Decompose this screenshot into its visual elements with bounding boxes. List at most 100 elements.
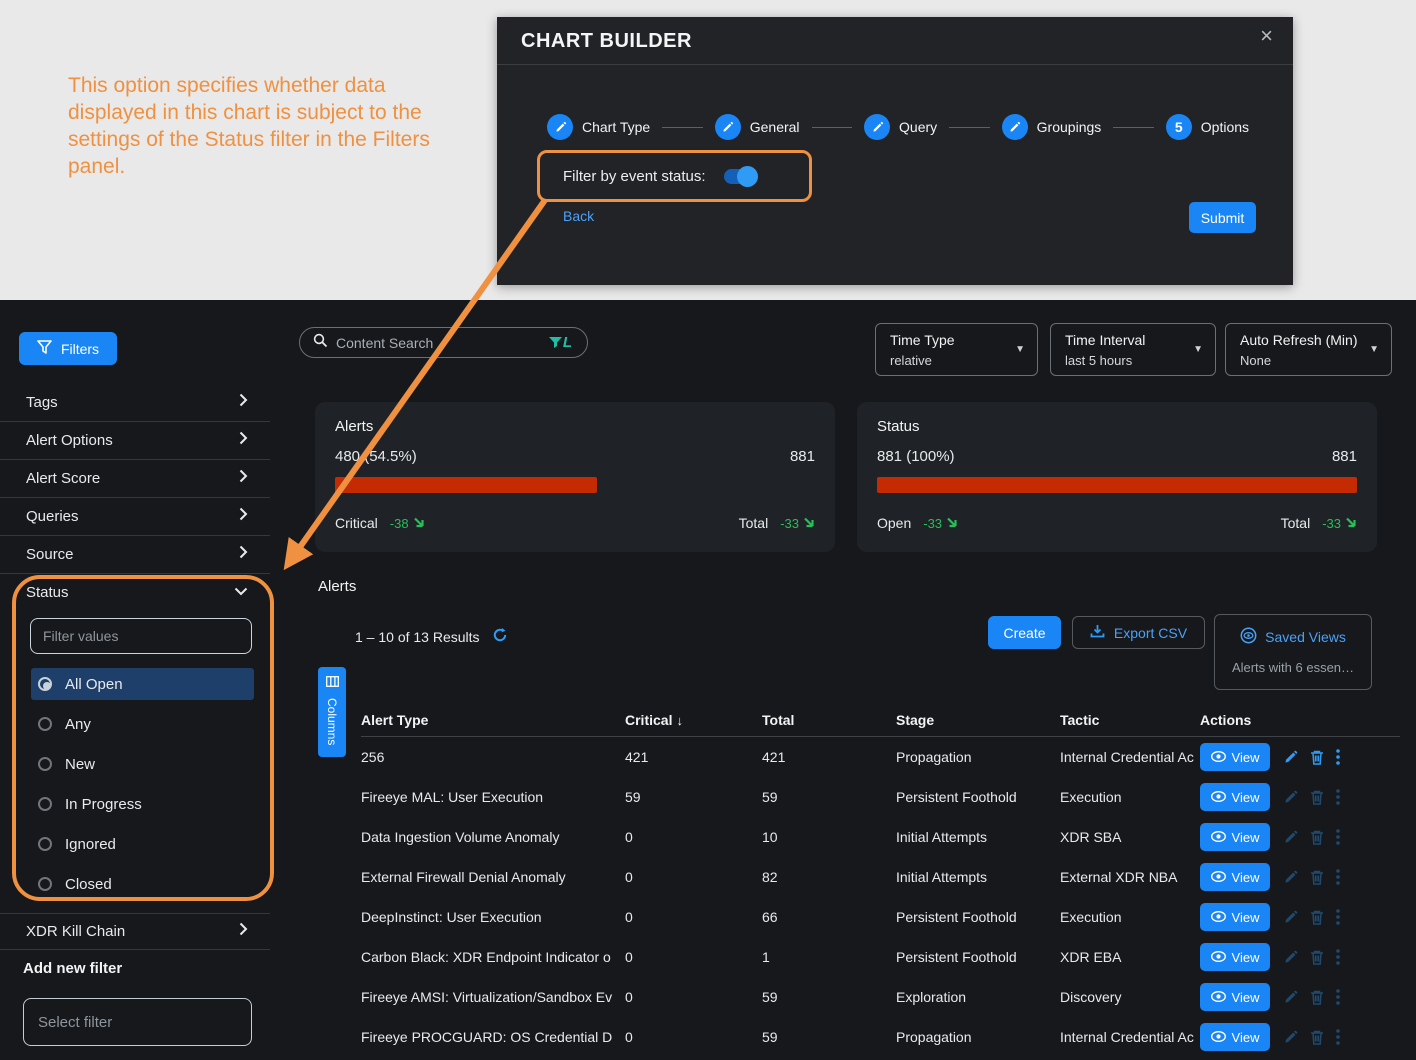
- create-button[interactable]: Create: [988, 616, 1061, 649]
- table-row[interactable]: External Firewall Denial Anomaly 0 82 In…: [361, 857, 1400, 897]
- step-chart-type[interactable]: Chart Type: [547, 114, 650, 140]
- eye-icon: [1211, 870, 1226, 885]
- columns-button[interactable]: Columns: [318, 667, 346, 757]
- time-type-dropdown[interactable]: Time Type relative ▼: [875, 323, 1038, 376]
- column-header-tactic[interactable]: Tactic: [1060, 712, 1200, 728]
- sidebar-item-alert-score[interactable]: Alert Score: [0, 460, 270, 498]
- view-button[interactable]: View: [1200, 943, 1270, 971]
- submit-button[interactable]: Submit: [1189, 202, 1256, 233]
- status-summary-card: Status 881 (100%) 881 Open -33 Total -33: [857, 402, 1377, 552]
- sidebar-item-tags[interactable]: Tags: [0, 384, 270, 422]
- more-options-icon[interactable]: [1336, 949, 1340, 965]
- select-filter-input[interactable]: [23, 998, 252, 1046]
- cell-tactic: Execution: [1060, 909, 1200, 925]
- delete-trash-icon[interactable]: [1310, 830, 1324, 845]
- back-link[interactable]: Back: [563, 208, 594, 224]
- more-options-icon[interactable]: [1336, 909, 1340, 925]
- step-connector: [812, 127, 853, 128]
- step-query[interactable]: Query: [864, 114, 937, 140]
- table-row[interactable]: DeepInstinct: User Execution 0 66 Persis…: [361, 897, 1400, 937]
- column-header-critical[interactable]: Critical↓: [625, 712, 762, 728]
- alerts-table-body: 256 421 421 Propagation Internal Credent…: [361, 737, 1400, 1057]
- time-interval-dropdown[interactable]: Time Interval last 5 hours ▼: [1050, 323, 1216, 376]
- refresh-icon[interactable]: [492, 627, 508, 646]
- more-options-icon[interactable]: [1336, 869, 1340, 885]
- more-options-icon[interactable]: [1336, 989, 1340, 1005]
- view-button[interactable]: View: [1200, 783, 1270, 811]
- view-button[interactable]: View: [1200, 903, 1270, 931]
- delete-trash-icon[interactable]: [1310, 790, 1324, 805]
- status-option-in-progress[interactable]: In Progress: [31, 788, 254, 820]
- more-options-icon[interactable]: [1336, 789, 1340, 805]
- delta-value: -38: [390, 516, 409, 531]
- sidebar-item-status[interactable]: Status: [0, 574, 270, 610]
- view-button[interactable]: View: [1200, 743, 1270, 771]
- radio-selected-icon: [38, 677, 52, 691]
- edit-pencil-icon[interactable]: [1284, 750, 1298, 764]
- sidebar-item-xdr-kill-chain[interactable]: XDR Kill Chain: [0, 913, 270, 950]
- step-general[interactable]: General: [715, 114, 800, 140]
- radio-icon: [38, 797, 52, 811]
- view-button[interactable]: View: [1200, 823, 1270, 851]
- status-filter-values-input[interactable]: [30, 618, 252, 654]
- delete-trash-icon[interactable]: [1310, 1030, 1324, 1045]
- sidebar-item-queries[interactable]: Queries: [0, 498, 270, 536]
- sidebar-item-source[interactable]: Source: [0, 536, 270, 574]
- table-row[interactable]: Fireeye AMSI: Virtualization/Sandbox Ev …: [361, 977, 1400, 1017]
- table-row[interactable]: Fireeye PROCGUARD: OS Credential D 0 59 …: [361, 1017, 1400, 1057]
- delete-trash-icon[interactable]: [1310, 870, 1324, 885]
- edit-pencil-icon[interactable]: [1284, 910, 1298, 924]
- table-row[interactable]: 256 421 421 Propagation Internal Credent…: [361, 737, 1400, 777]
- eye-icon: [1211, 1030, 1226, 1045]
- table-row[interactable]: Carbon Black: XDR Endpoint Indicator o 0…: [361, 937, 1400, 977]
- column-header-alert-type[interactable]: Alert Type: [361, 712, 625, 728]
- column-header-total[interactable]: Total: [762, 712, 896, 728]
- more-options-icon[interactable]: [1336, 1029, 1340, 1045]
- delete-trash-icon[interactable]: [1310, 910, 1324, 925]
- status-option-new[interactable]: New: [31, 748, 254, 780]
- status-option-any[interactable]: Any: [31, 708, 254, 740]
- card-bottom-left-label: Critical: [335, 515, 378, 531]
- saved-views-button[interactable]: Saved Views Alerts with 6 essen…: [1214, 614, 1372, 690]
- export-csv-button[interactable]: Export CSV: [1072, 616, 1205, 649]
- delete-trash-icon[interactable]: [1310, 950, 1324, 965]
- card-bottom-left-label: Open: [877, 515, 911, 531]
- more-options-icon[interactable]: [1336, 829, 1340, 845]
- step-connector: [949, 127, 990, 128]
- close-icon[interactable]: ×: [1260, 25, 1273, 47]
- status-option-ignored[interactable]: Ignored: [31, 828, 254, 860]
- auto-refresh-dropdown[interactable]: Auto Refresh (Min) None ▼: [1225, 323, 1392, 376]
- alerts-summary-card: Alerts 480 (54.5%) 881 Critical -38 Tota…: [315, 402, 835, 552]
- lucene-syntax-icon[interactable]: L: [549, 334, 572, 351]
- step-options[interactable]: 5 Options: [1166, 114, 1249, 140]
- more-options-icon[interactable]: [1336, 749, 1340, 765]
- edit-pencil-icon[interactable]: [1284, 1030, 1298, 1044]
- view-button[interactable]: View: [1200, 983, 1270, 1011]
- filter-by-event-status-toggle[interactable]: [724, 169, 758, 184]
- edit-pencil-icon[interactable]: [1284, 950, 1298, 964]
- chart-builder-modal: CHART BUILDER × Chart Type General Query…: [497, 17, 1293, 285]
- cell-alert-type: DeepInstinct: User Execution: [361, 909, 625, 925]
- search-input[interactable]: [336, 335, 549, 351]
- delete-trash-icon[interactable]: [1310, 990, 1324, 1005]
- filters-button[interactable]: Filters: [19, 332, 117, 365]
- delta-value: -33: [923, 516, 942, 531]
- edit-pencil-icon[interactable]: [1284, 830, 1298, 844]
- cell-actions: View: [1200, 943, 1400, 971]
- edit-pencil-icon[interactable]: [1284, 870, 1298, 884]
- table-row[interactable]: Fireeye MAL: User Execution 59 59 Persis…: [361, 777, 1400, 817]
- cell-alert-type: 256: [361, 749, 625, 765]
- column-header-stage[interactable]: Stage: [896, 712, 1060, 728]
- step-groupings[interactable]: Groupings: [1002, 114, 1102, 140]
- view-button[interactable]: View: [1200, 1023, 1270, 1051]
- edit-pencil-icon[interactable]: [1284, 790, 1298, 804]
- status-option-closed[interactable]: Closed: [31, 868, 254, 900]
- delete-trash-icon[interactable]: [1310, 750, 1324, 765]
- edit-pencil-icon[interactable]: [1284, 990, 1298, 1004]
- sidebar-item-alert-options[interactable]: Alert Options: [0, 422, 270, 460]
- status-option-all-open[interactable]: All Open: [31, 668, 254, 700]
- table-row[interactable]: Data Ingestion Volume Anomaly 0 10 Initi…: [361, 817, 1400, 857]
- cell-total: 66: [762, 909, 896, 925]
- view-button[interactable]: View: [1200, 863, 1270, 891]
- alerts-table: Alert Type Critical↓ Total Stage Tactic …: [361, 704, 1400, 1057]
